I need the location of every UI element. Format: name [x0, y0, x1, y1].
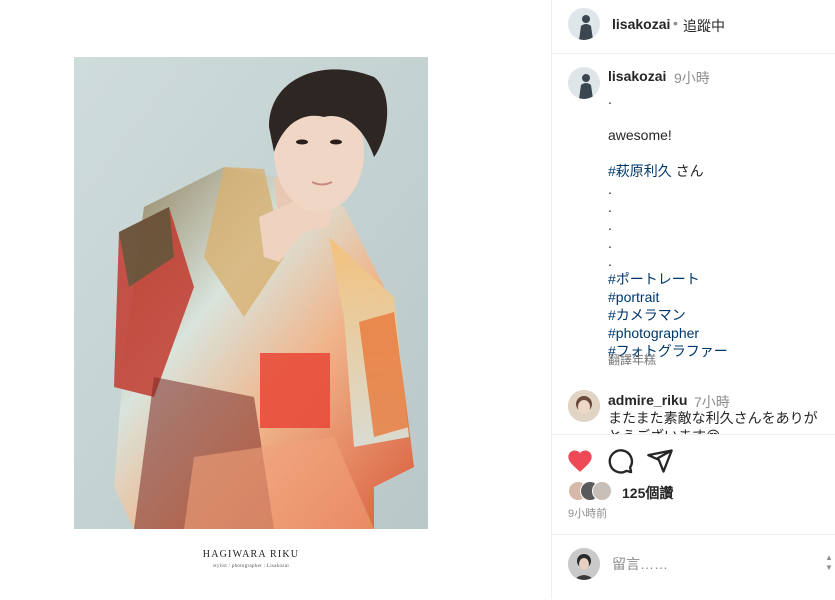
liker-avatars[interactable] [568, 481, 622, 501]
post-photo[interactable] [74, 57, 428, 529]
profile-picture-icon [568, 8, 600, 40]
photo-caption-sub: stylist / photographer : Lisakozai [212, 564, 290, 569]
post-header: lisakozai • 追蹤中 [552, 0, 835, 54]
caption-time[interactable]: 9小時 [674, 68, 710, 88]
caption-line: . [608, 91, 612, 107]
caption-hashtag-line: #カメラマン [608, 306, 686, 324]
caption-username[interactable]: lisakozai [608, 68, 666, 84]
caption-line: . [608, 217, 612, 233]
profile-picture-icon [568, 390, 600, 422]
profile-picture-icon [568, 67, 600, 99]
hashtag-link[interactable]: #portrait [608, 289, 659, 305]
avatar[interactable] [568, 8, 600, 40]
caption-hashtag-line: #portrait [608, 288, 659, 306]
comment-text: またまた素敵な利久さんをありがとうございます😍 [608, 410, 818, 434]
posted-time[interactable]: 9小時前 [568, 505, 607, 521]
translate-link[interactable]: 翻譯年糕 [608, 351, 656, 368]
scroll-stepper[interactable]: ▲ ▼ [824, 553, 834, 575]
chevron-down-icon[interactable]: ▼ [825, 563, 833, 572]
portrait-image [74, 57, 428, 529]
caption-hashtag-line: #ポートレート [608, 270, 700, 288]
caption-suffix: さん [671, 163, 704, 179]
profile-picture-icon [568, 548, 600, 580]
avatar [592, 481, 612, 501]
comments-scroll-area[interactable]: lisakozai 9小時 . awesome! #萩原利久 さん..... #ポート… [552, 54, 835, 434]
header-username[interactable]: lisakozai [612, 16, 670, 32]
caption-line: . [608, 253, 612, 269]
hashtag-link[interactable]: #カメラマン [608, 307, 686, 323]
hashtag-link[interactable]: #ポートレート [608, 271, 700, 287]
comment-bubble-icon[interactable] [606, 447, 634, 475]
add-comment-bar: ▲ ▼ [552, 534, 835, 600]
post-media: HAGIWARA RIKU stylist / photographer : L… [0, 0, 551, 599]
comment-username[interactable]: admire_riku [608, 392, 687, 408]
hashtag-link[interactable]: #萩原利久 [608, 163, 672, 179]
heart-filled-icon[interactable] [566, 447, 594, 475]
avatar [568, 548, 600, 580]
caption-hashtag-line: #photographer [608, 324, 699, 342]
photo-caption-title: HAGIWARA RIKU [202, 549, 300, 560]
caption-line: awesome! [608, 127, 672, 143]
avatar[interactable] [568, 390, 600, 422]
caption-line: . [608, 181, 612, 197]
chevron-up-icon[interactable]: ▲ [825, 553, 833, 562]
caption-hashtag-line: #萩原利久 さん [608, 162, 704, 180]
comment-input[interactable] [612, 553, 802, 575]
post-side-panel: lisakozai • 追蹤中 lisakozai 9小時 . awesome! #… [551, 0, 835, 599]
hashtag-link[interactable]: #photographer [608, 325, 699, 341]
likes-count[interactable]: 125個讚 [622, 483, 673, 503]
follow-button[interactable]: 追蹤中 [683, 16, 725, 36]
share-plane-icon[interactable] [646, 447, 674, 475]
caption-line: . [608, 199, 612, 215]
post-actions: 125個讚 9小時前 [552, 434, 835, 535]
avatar[interactable] [568, 67, 600, 99]
caption-line: . [608, 235, 612, 251]
header-separator: • [673, 15, 678, 31]
